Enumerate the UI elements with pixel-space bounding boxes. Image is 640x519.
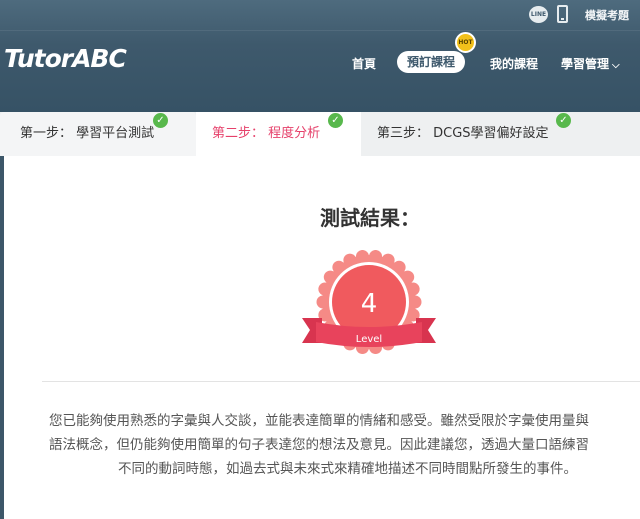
scallop-edge xyxy=(406,282,420,296)
level-description-line-3: 不同的動詞時態，如過去式與未來式來精確地描述不同時間點所發生的事件。 xyxy=(118,461,577,477)
mobile-phone-icon[interactable] xyxy=(557,5,568,23)
hot-badge: HOT xyxy=(455,32,476,53)
nav-my-courses[interactable]: 我的課程 xyxy=(490,55,538,72)
line-app-icon[interactable]: LINE xyxy=(529,6,548,23)
check-icon: ✓ xyxy=(153,113,168,128)
scallop-edge xyxy=(343,253,357,267)
nav-book-course[interactable]: 預訂課程 xyxy=(397,51,465,73)
scallop-edge xyxy=(318,282,332,296)
chevron-down-icon: ⌵ xyxy=(612,60,620,71)
level-description-line-2: 語法概念，但仍能夠使用簡單的句子表達您的想法及意見。因此建議您，透過大量口語練習 xyxy=(49,437,589,453)
level-badge: 4 Level xyxy=(302,250,436,355)
level-description-line-1: 您已能夠使用熟悉的字彙與人交談，並能表達簡單的情緒和感受。雖然受限於字彙使用量與 xyxy=(49,413,589,429)
tab-step-3[interactable]: 第三步： DCGS學習偏好設定 xyxy=(361,112,640,156)
check-icon: ✓ xyxy=(556,113,571,128)
scallop-edge xyxy=(381,253,395,267)
scallop-edge xyxy=(408,295,422,309)
level-label: Level xyxy=(356,334,382,345)
scallop-edge xyxy=(316,295,330,309)
level-number: 4 xyxy=(361,289,378,319)
nav-home[interactable]: 首頁 xyxy=(352,55,376,72)
scallop-edge xyxy=(369,250,383,263)
nav-learning-management-label: 學習管理 xyxy=(561,57,610,71)
scallop-edge xyxy=(355,250,369,263)
section-divider xyxy=(42,381,640,382)
tutorabc-logo[interactable]: TutorABC xyxy=(4,44,127,73)
check-icon: ✓ xyxy=(328,113,343,128)
mock-exam-link[interactable]: 模擬考題 xyxy=(585,7,629,23)
topbar-divider xyxy=(0,30,640,31)
result-title: 測試結果： xyxy=(320,206,420,230)
nav-learning-management[interactable]: 學習管理 ⌵ xyxy=(561,55,620,72)
